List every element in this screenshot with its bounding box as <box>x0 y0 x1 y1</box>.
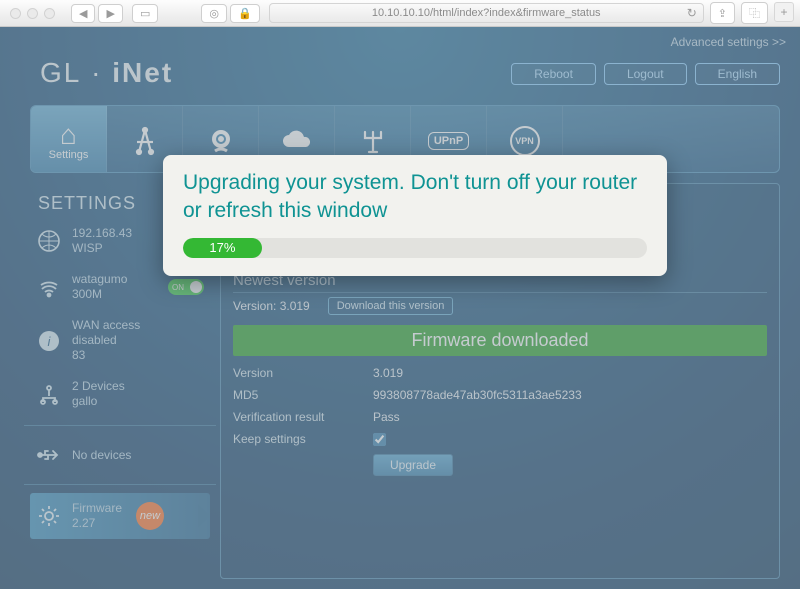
sidebar-toggle-button[interactable]: ▭ <box>132 4 158 23</box>
max-dot[interactable] <box>44 8 55 19</box>
progress-fill: 17% <box>183 238 262 258</box>
address-bar[interactable]: 10.10.10.10/html/index?index&firmware_st… <box>269 3 704 23</box>
min-dot[interactable] <box>27 8 38 19</box>
reload-icon[interactable]: ↻ <box>687 6 697 20</box>
progress-bar: 17% <box>183 238 647 258</box>
window-traffic-lights <box>0 8 65 19</box>
modal-message: Upgrading your system. Don't turn off yo… <box>183 169 647 226</box>
forward-button[interactable]: ▶ <box>98 4 122 23</box>
close-dot[interactable] <box>10 8 21 19</box>
browser-chrome: ◀ ▶ ▭ ◎ 🔒 10.10.10.10/html/index?index&f… <box>0 0 800 27</box>
share-button[interactable]: ⇪ <box>710 2 735 24</box>
upgrade-modal: Upgrading your system. Don't turn off yo… <box>163 155 667 276</box>
tabs-button[interactable]: ⿻ <box>741 2 768 24</box>
new-tab-button[interactable]: + <box>774 2 794 22</box>
url-text: 10.10.10.10/html/index?index&firmware_st… <box>372 7 601 19</box>
modal-backdrop <box>0 27 800 589</box>
back-button[interactable]: ◀ <box>71 4 95 23</box>
lock-icon: 🔒 <box>230 4 260 23</box>
reader-button[interactable]: ◎ <box>201 4 227 23</box>
